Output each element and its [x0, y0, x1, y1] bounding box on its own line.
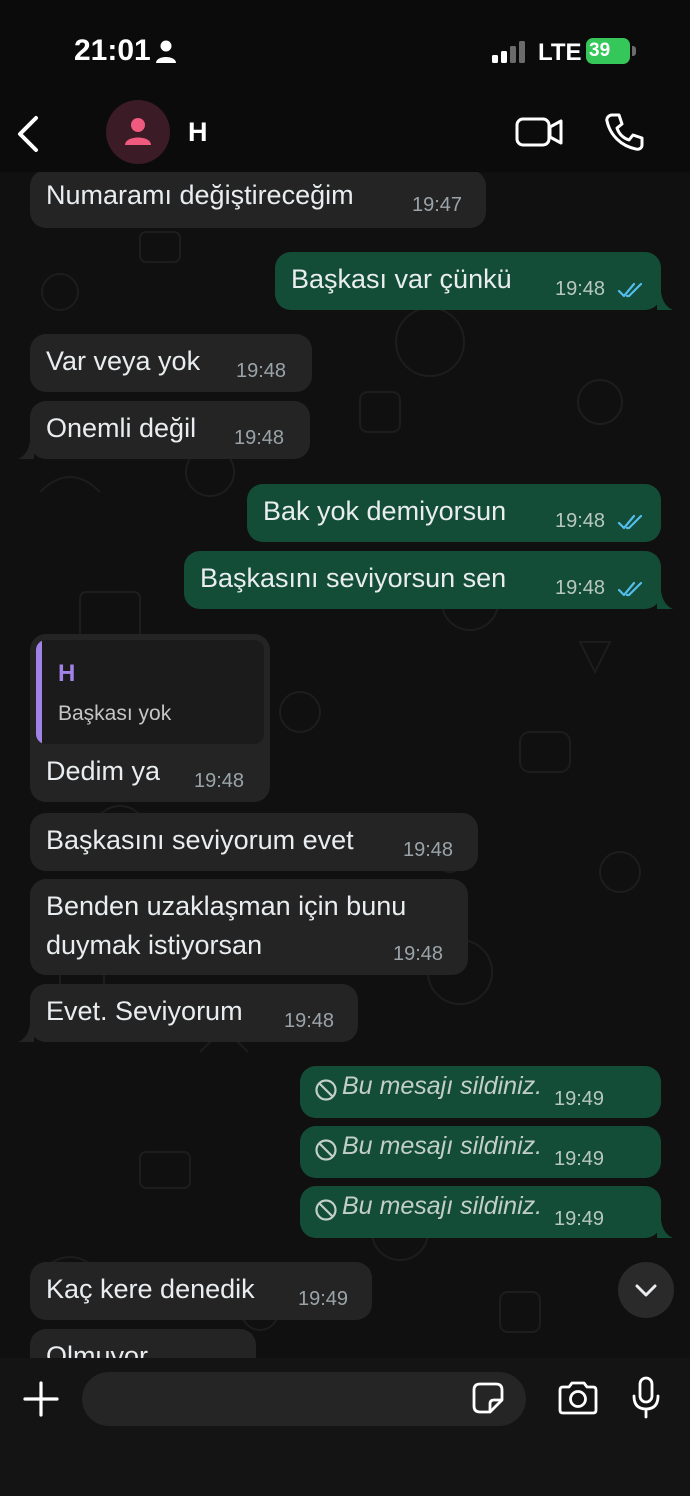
message-text: Var veya yok	[46, 346, 201, 376]
chevron-down-icon	[635, 1284, 657, 1297]
quote-accent-bar	[36, 640, 42, 744]
message-outgoing[interactable]: Bak yok demiyorsun 19:48	[247, 484, 661, 542]
battery-cap	[632, 46, 636, 56]
prohibited-icon	[315, 1139, 337, 1161]
quote-author: H	[58, 660, 76, 687]
message-incoming[interactable]: Olmuyor	[30, 1329, 256, 1358]
message-incoming[interactable]: Benden uzaklaşman için bunu duymak istiy…	[30, 879, 468, 975]
message-input[interactable]	[82, 1372, 526, 1426]
message-text: Evet. Seviyorum	[46, 996, 243, 1026]
message-incoming-reply[interactable]: H Başkası yok Dedim ya 19:48	[30, 634, 270, 802]
bubble-tail	[657, 292, 673, 310]
prohibited-icon	[315, 1199, 337, 1221]
deleted-message-text: Bu mesajı sildiniz.	[342, 1072, 543, 1100]
message-text: Başkasını seviyorum evet	[46, 825, 354, 855]
bubble-tail	[18, 1024, 34, 1042]
message-outgoing-deleted[interactable]: Bu mesajı sildiniz. 19:49	[300, 1126, 661, 1178]
message-composer	[0, 1358, 690, 1496]
message-incoming[interactable]: Evet. Seviyorum 19:48	[30, 984, 358, 1042]
person-icon	[156, 40, 176, 63]
battery-charging-icon: 39	[586, 38, 636, 64]
message-time: 19:48	[403, 839, 454, 861]
camera-icon[interactable]	[556, 1380, 600, 1416]
bubble-tail	[657, 591, 673, 609]
message-text: Başkasını seviyorsun sen	[200, 563, 507, 593]
message-text: Dedim ya	[46, 756, 161, 786]
message-outgoing[interactable]: Başkası var çünkü 19:48	[275, 252, 661, 310]
bubble-tail	[657, 1220, 673, 1238]
message-text: Olmuyor	[46, 1341, 149, 1358]
deleted-message-text: Bu mesajı sildiniz.	[342, 1192, 543, 1220]
read-ticks-icon	[617, 282, 643, 298]
message-incoming[interactable]: Var veya yok 19:48	[30, 334, 312, 392]
reply-quote[interactable]: H Başkası yok	[36, 640, 264, 744]
sticker-icon[interactable]	[470, 1380, 506, 1416]
scroll-to-bottom-button[interactable]	[618, 1262, 674, 1318]
message-outgoing-deleted[interactable]: Bu mesajı sildiniz. 19:49	[300, 1066, 661, 1118]
avatar-person-icon	[125, 118, 151, 145]
message-text: Başkası var çünkü	[291, 264, 512, 294]
deleted-message-text: Bu mesajı sildiniz.	[342, 1132, 543, 1160]
message-time: 19:49	[554, 1088, 605, 1110]
message-time: 19:48	[234, 427, 285, 449]
avatar[interactable]	[106, 100, 170, 164]
message-text-line2: duymak istiyorsan	[46, 930, 263, 960]
battery-percent: 39	[589, 40, 611, 61]
message-time: 19:49	[554, 1148, 605, 1170]
back-chevron-icon[interactable]	[12, 112, 44, 156]
message-time: 19:48	[555, 278, 606, 300]
video-camera-icon[interactable]	[514, 114, 564, 150]
status-bar: 21:01 LTE 39	[0, 0, 690, 100]
message-incoming[interactable]: Onemli değil 19:48	[30, 401, 310, 459]
message-incoming[interactable]: Numaramı değiştireceğim 19:47	[30, 172, 486, 228]
contact-name[interactable]: H	[188, 117, 208, 148]
message-incoming[interactable]: Kaç kere denedik 19:49	[30, 1262, 372, 1320]
message-list[interactable]: Numaramı değiştireceğim 19:47 Başkası va…	[0, 172, 690, 1358]
network-type: LTE	[538, 39, 582, 66]
message-time: 19:48	[555, 510, 606, 532]
plus-icon[interactable]	[22, 1380, 60, 1418]
message-outgoing-deleted[interactable]: Bu mesajı sildiniz. 19:49	[300, 1186, 661, 1238]
signal-bars-icon	[492, 41, 525, 63]
message-text: Bak yok demiyorsun	[263, 496, 507, 526]
message-outgoing[interactable]: Başkasını seviyorsun sen 19:48	[184, 551, 661, 609]
message-time: 19:48	[555, 577, 606, 599]
message-time: 19:49	[298, 1288, 349, 1310]
message-time: 19:49	[554, 1208, 605, 1230]
prohibited-icon	[315, 1079, 337, 1101]
quote-text: Başkası yok	[58, 702, 172, 725]
message-time: 19:48	[194, 770, 245, 792]
message-text: Kaç kere denedik	[46, 1274, 255, 1304]
message-text: Onemli değil	[46, 413, 197, 443]
read-ticks-icon	[617, 514, 643, 530]
message-incoming[interactable]: Başkasını seviyorum evet 19:48	[30, 813, 478, 871]
message-time: 19:47	[412, 194, 463, 216]
read-ticks-icon	[617, 581, 643, 597]
message-text-line1: Benden uzaklaşman için bunu	[46, 891, 407, 921]
message-time: 19:48	[393, 943, 444, 965]
message-text: Numaramı değiştireceğim	[46, 180, 354, 210]
bubble-tail	[18, 441, 34, 459]
chat-header: H	[0, 100, 690, 172]
message-time: 19:48	[236, 360, 287, 382]
status-time: 21:01	[74, 34, 151, 67]
phone-icon[interactable]	[604, 112, 644, 152]
message-time: 19:48	[284, 1010, 335, 1032]
microphone-icon[interactable]	[630, 1376, 662, 1420]
